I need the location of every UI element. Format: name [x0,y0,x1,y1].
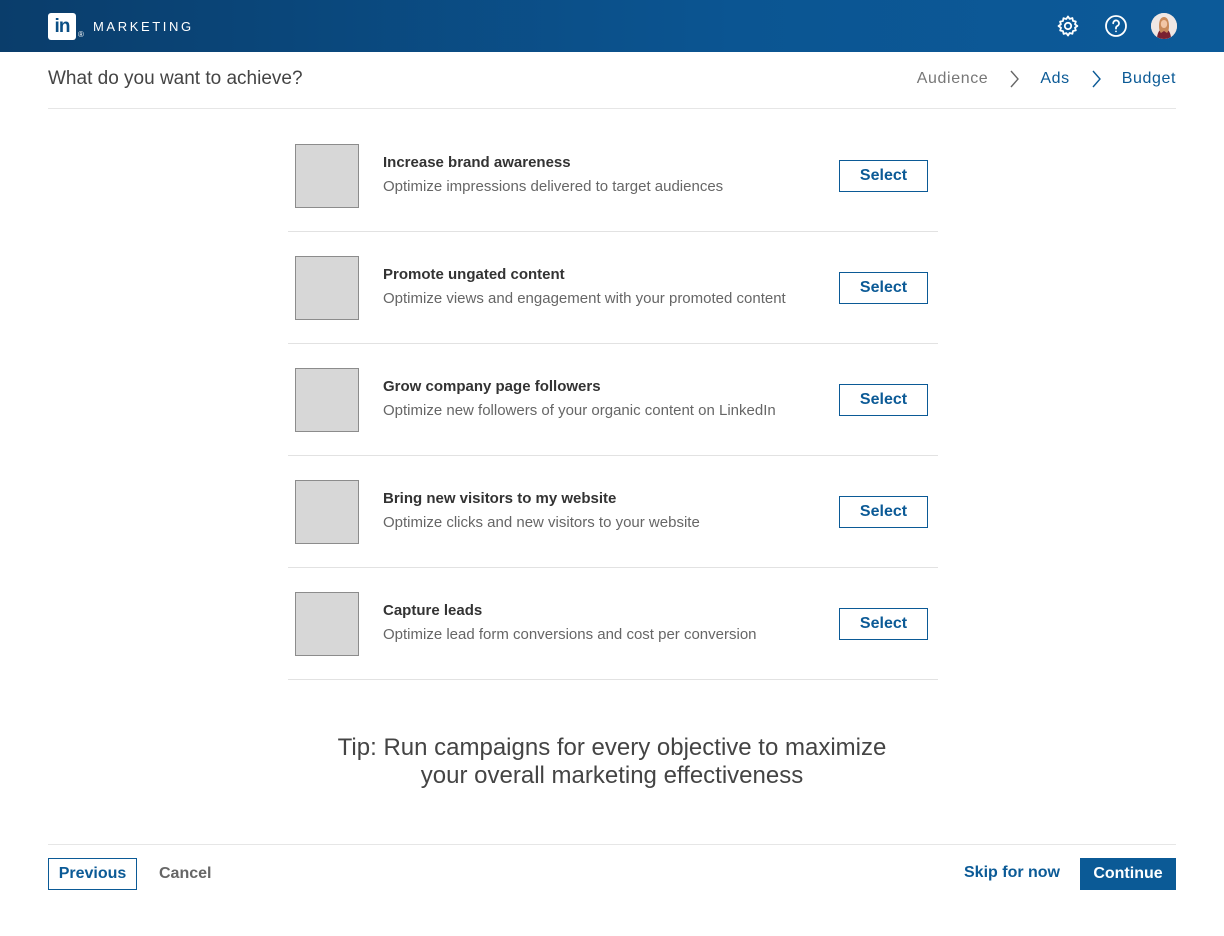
objective-description: Optimize clicks and new visitors to your… [383,514,700,531]
top-nav-bar: in ® MARKETING [0,0,1224,52]
objective-description: Optimize impressions delivered to target… [383,178,724,195]
objective-item: Capture leads Optimize lead form convers… [288,568,938,680]
step-breadcrumb: Audience Ads Budget [917,68,1176,90]
objective-item: Increase brand awareness Optimize impres… [288,120,938,232]
page-title: What do you want to achieve? [48,68,303,89]
objective-description: Optimize views and engagement with your … [383,290,786,307]
objective-title: Increase brand awareness [383,154,571,171]
gear-icon[interactable] [1056,14,1080,38]
registered-mark: ® [78,30,84,39]
objective-image [295,592,359,656]
select-button[interactable]: Select [839,384,928,416]
objective-item: Promote ungated content Optimize views a… [288,232,938,344]
step-ads[interactable]: Ads [1040,70,1069,88]
linkedin-logo[interactable]: in [48,13,76,40]
cancel-button[interactable]: Cancel [159,865,211,883]
objective-image [295,256,359,320]
brand-label: MARKETING [93,19,194,34]
skip-for-now-button[interactable]: Skip for now [964,864,1060,882]
select-button[interactable]: Select [839,160,928,192]
select-button[interactable]: Select [839,608,928,640]
divider [48,844,1176,845]
objective-image [295,368,359,432]
objective-item: Grow company page followers Optimize new… [288,344,938,456]
objective-description: Optimize lead form conversions and cost … [383,626,757,643]
objective-item: Bring new visitors to my website Optimiz… [288,456,938,568]
tip-line: your overall marketing effectiveness [420,762,804,789]
step-budget[interactable]: Budget [1122,70,1176,88]
chevron-right-icon [1090,69,1102,89]
tip-line: Tip: Run campaigns for every objective t… [337,734,887,761]
previous-button[interactable]: Previous [48,858,137,890]
objective-image [295,144,359,208]
select-button[interactable]: Select [839,496,928,528]
objective-title: Bring new visitors to my website [383,490,617,507]
objective-list: Increase brand awareness Optimize impres… [288,120,938,680]
continue-button[interactable]: Continue [1080,858,1176,890]
step-audience[interactable]: Audience [917,70,989,88]
divider [48,108,1176,109]
chevron-right-icon [1008,69,1020,89]
objective-title: Capture leads [383,602,483,619]
help-icon[interactable] [1104,14,1128,38]
objective-title: Promote ungated content [383,266,565,283]
objective-title: Grow company page followers [383,378,601,395]
objective-description: Optimize new followers of your organic c… [383,402,776,419]
select-button[interactable]: Select [839,272,928,304]
objective-image [295,480,359,544]
avatar[interactable] [1151,13,1177,39]
tip-text: Tip: Run campaigns for every objective t… [312,734,912,790]
